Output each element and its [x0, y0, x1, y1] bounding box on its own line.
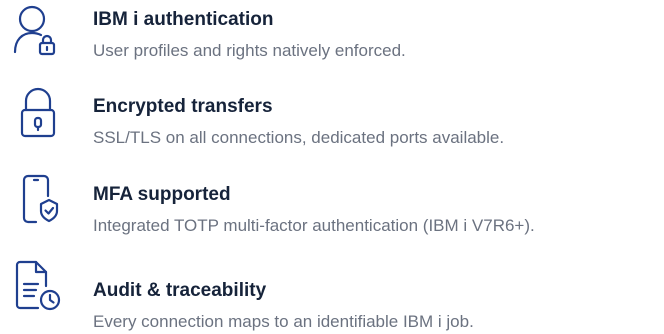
feature-title: MFA supported: [93, 184, 231, 205]
padlock-icon: [10, 86, 64, 140]
phone-shield-icon: [10, 172, 64, 226]
feature-item-encryption: Encrypted transfers SSL/TLS on all conne…: [0, 86, 664, 156]
feature-item-audit: Audit & traceability Every connection ma…: [0, 258, 664, 331]
feature-description: SSL/TLS on all connections, dedicated po…: [93, 128, 505, 147]
feature-list: IBM i authentication User profiles and r…: [0, 0, 664, 334]
feature-description: Every connection maps to an identifiable…: [93, 312, 474, 331]
feature-description: Integrated TOTP multi-factor authenticat…: [93, 216, 535, 235]
feature-title: Encrypted transfers: [93, 96, 273, 117]
feature-item-mfa: MFA supported Integrated TOTP multi-fact…: [0, 172, 664, 242]
feature-description: User profiles and rights natively enforc…: [93, 41, 406, 60]
feature-title: IBM i authentication: [93, 9, 274, 30]
user-lock-icon: [10, 2, 64, 56]
feature-title: Audit & traceability: [93, 280, 267, 301]
feature-item-authentication: IBM i authentication User profiles and r…: [0, 2, 664, 72]
document-clock-icon: [10, 258, 64, 312]
